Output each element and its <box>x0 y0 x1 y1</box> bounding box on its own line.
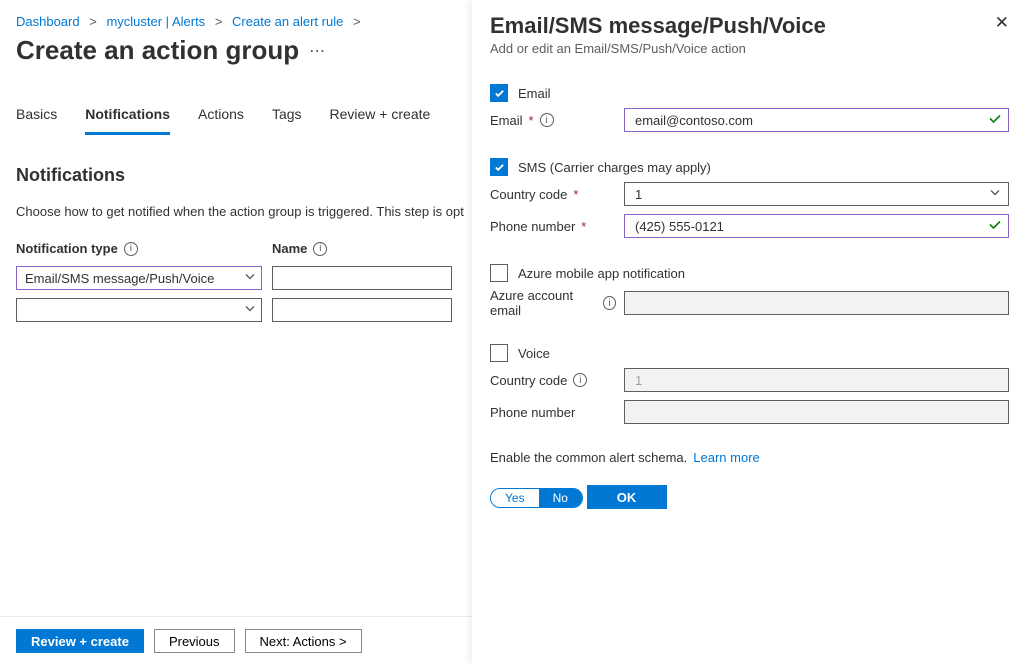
schema-toggle[interactable]: Yes No <box>490 488 583 508</box>
notification-type-select-1[interactable] <box>16 298 262 322</box>
push-checkbox[interactable] <box>490 264 508 282</box>
flyout-title: Email/SMS message/Push/Voice <box>490 13 826 39</box>
info-icon[interactable]: i <box>573 373 587 387</box>
info-icon[interactable]: i <box>124 242 138 256</box>
col-header-name: Name <box>272 241 307 256</box>
country-code-label: Country code <box>490 187 567 202</box>
breadcrumb-dashboard[interactable]: Dashboard <box>16 14 80 29</box>
flyout-panel: Email/SMS message/Push/Voice Add or edit… <box>472 0 1027 665</box>
email-field-label: Email <box>490 113 523 128</box>
required-icon: * <box>581 219 586 234</box>
learn-more-link[interactable]: Learn more <box>693 450 759 465</box>
tab-actions[interactable]: Actions <box>198 106 244 135</box>
toggle-no[interactable]: No <box>539 489 582 507</box>
voice-phone-label: Phone number <box>490 405 575 420</box>
toggle-yes[interactable]: Yes <box>491 489 539 507</box>
chevron-down-icon <box>244 271 256 286</box>
breadcrumb: Dashboard > mycluster | Alerts > Create … <box>16 14 472 29</box>
required-icon: * <box>573 187 578 202</box>
notification-name-input-0[interactable] <box>272 266 452 290</box>
voice-checkbox[interactable] <box>490 344 508 362</box>
col-header-type: Notification type <box>16 241 118 256</box>
email-check-label: Email <box>518 86 551 101</box>
notification-type-select-0[interactable]: Email/SMS message/Push/Voice <box>16 266 262 290</box>
voice-check-label: Voice <box>518 346 550 361</box>
tab-notifications[interactable]: Notifications <box>85 106 170 135</box>
ok-button[interactable]: OK <box>587 485 667 509</box>
review-create-button[interactable]: Review + create <box>16 629 144 653</box>
voice-country-code-input <box>624 368 1009 392</box>
tab-review[interactable]: Review + create <box>330 106 431 135</box>
valid-check-icon <box>988 112 1002 129</box>
azure-account-email-label: Azure account email <box>490 288 597 318</box>
close-icon[interactable]: ✕ <box>995 13 1009 33</box>
country-code-select[interactable] <box>624 182 1009 206</box>
sms-check-label: SMS (Carrier charges may apply) <box>518 160 711 175</box>
voice-country-code-label: Country code <box>490 373 567 388</box>
notification-type-value-0: Email/SMS message/Push/Voice <box>25 271 214 286</box>
more-menu-icon[interactable]: ⋯ <box>309 41 325 61</box>
section-desc: Choose how to get notified when the acti… <box>16 204 472 219</box>
previous-button[interactable]: Previous <box>154 629 235 653</box>
breadcrumb-create-rule[interactable]: Create an alert rule <box>232 14 343 29</box>
email-input[interactable] <box>624 108 1009 132</box>
chevron-down-icon <box>244 303 256 318</box>
push-check-label: Azure mobile app notification <box>518 266 685 281</box>
notification-name-input-1[interactable] <box>272 298 452 322</box>
info-icon[interactable]: i <box>603 296 616 310</box>
flyout-subtitle: Add or edit an Email/SMS/Push/Voice acti… <box>490 41 826 56</box>
valid-check-icon <box>988 218 1002 235</box>
schema-text: Enable the common alert schema. <box>490 450 687 465</box>
info-icon[interactable]: i <box>313 242 327 256</box>
next-button[interactable]: Next: Actions > <box>245 629 362 653</box>
required-icon: * <box>529 113 534 128</box>
voice-phone-input <box>624 400 1009 424</box>
tab-tags[interactable]: Tags <box>272 106 302 135</box>
tab-basics[interactable]: Basics <box>16 106 57 135</box>
email-checkbox[interactable] <box>490 84 508 102</box>
breadcrumb-cluster[interactable]: mycluster | Alerts <box>106 14 205 29</box>
phone-number-input[interactable] <box>624 214 1009 238</box>
tabs: Basics Notifications Actions Tags Review… <box>16 106 472 135</box>
azure-account-email-input <box>624 291 1009 315</box>
sms-checkbox[interactable] <box>490 158 508 176</box>
info-icon[interactable]: i <box>540 113 554 127</box>
page-title: Create an action group <box>16 35 299 66</box>
phone-number-label: Phone number <box>490 219 575 234</box>
section-title: Notifications <box>16 165 472 186</box>
